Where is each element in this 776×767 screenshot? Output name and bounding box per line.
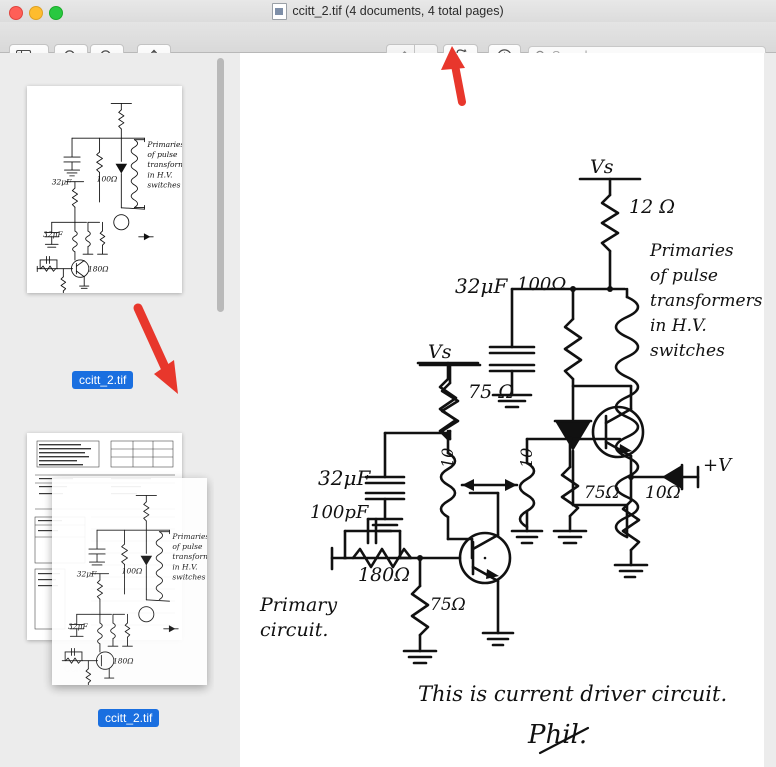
label-r75-top: 75 Ω [468,381,514,403]
label-primary-1: Primary [259,594,337,616]
svg-text:Primaries: Primaries [146,140,182,149]
svg-text:in H.V.: in H.V. [147,170,173,179]
note-primaries-4: in H.V. [650,316,707,336]
note-primaries-5: switches [650,341,725,361]
label-l10-right: 10 [517,448,536,468]
svg-text:100Ω: 100Ω [97,175,118,184]
svg-text:32μF: 32μF [68,622,88,631]
red-arrow-toolbar [432,44,480,106]
svg-text:180Ω: 180Ω [88,265,109,274]
note-primaries-1: Primaries [649,241,734,261]
svg-text:Primaries: Primaries [171,532,207,541]
thumbnail-label-1[interactable]: ccitt_2.tif [72,371,133,389]
svg-text:transformers: transformers [147,160,182,169]
signature-phil: Phil. [527,720,587,750]
svg-text:of pulse: of pulse [172,542,203,551]
thumbnail-item-dragged[interactable]: 32μF 32μF 100Ω 180Ω Primaries of pulse t… [52,478,207,685]
label-vs-top: Vs [590,156,614,178]
svg-text:32μF: 32μF [52,178,72,187]
document-icon [272,3,287,20]
thumbnail-preview-circuit-dragged: 32μF 32μF 100Ω 180Ω Primaries of pulse t… [52,478,207,685]
preview-window: ccitt_2.tif (4 documents, 4 total pages) [0,0,776,767]
toolbar: Search [0,22,776,53]
thumbnail-label-2[interactable]: ccitt_2.tif [98,709,159,727]
label-r75-low: 75Ω [430,595,466,615]
label-r180: 180Ω [358,564,410,586]
circuit-schematic: Vs 12 Ω 32μF 100Ω Primaries of pulse tra… [240,53,764,767]
svg-text:of pulse: of pulse [147,150,178,159]
note-current-driver: This is current driver circuit. [418,682,727,706]
svg-text:32μF: 32μF [77,570,97,579]
label-c100pf: 100pF [310,502,370,523]
label-vs-mid: Vs [428,341,452,363]
label-c32uf-mid: 32μF [318,466,371,490]
document-pane[interactable]: Vs 12 Ω 32μF 100Ω Primaries of pulse tra… [228,53,776,767]
svg-text:switches: switches [172,572,205,581]
label-l10-left: 10 [438,448,457,468]
thumbnail-preview-circuit: 32μF 32μF 100Ω 180Ω Primaries of pulse t… [27,86,182,293]
label-r75-mid: 75Ω [584,483,620,503]
label-r10-right: 10Ω [645,483,681,503]
label-primary-2: circuit. [260,619,328,641]
window-title: ccitt_2.tif (4 documents, 4 total pages) [292,4,503,18]
label-r12: 12 Ω [629,196,675,218]
red-arrow-sidebar [128,302,190,398]
svg-text:32μF: 32μF [43,230,63,239]
note-primaries-3: transformers [650,291,763,311]
svg-text:180Ω: 180Ω [113,657,134,666]
svg-text:in H.V.: in H.V. [172,562,198,571]
thumbnail-item-ccitt-2[interactable]: 32μF 32μF 100Ω 180Ω Primaries of pulse t… [27,86,182,293]
thumbnail-sidebar[interactable]: 32μF 32μF 100Ω 180Ω Primaries of pulse t… [0,53,228,767]
sidebar-scrollbar-thumb[interactable] [217,58,224,312]
title-bar: ccitt_2.tif (4 documents, 4 total pages) [0,0,776,23]
svg-text:100Ω: 100Ω [122,567,143,576]
svg-text:switches: switches [147,180,180,189]
window-title-group: ccitt_2.tif (4 documents, 4 total pages) [0,0,776,22]
label-r100: 100Ω [517,274,566,295]
label-c32uf-top: 32μF [455,274,508,298]
svg-text:transformers: transformers [172,552,207,561]
label-plus-v: +V [703,455,733,476]
note-primaries-2: of pulse [650,266,718,286]
document-page: Vs 12 Ω 32μF 100Ω Primaries of pulse tra… [240,53,764,767]
